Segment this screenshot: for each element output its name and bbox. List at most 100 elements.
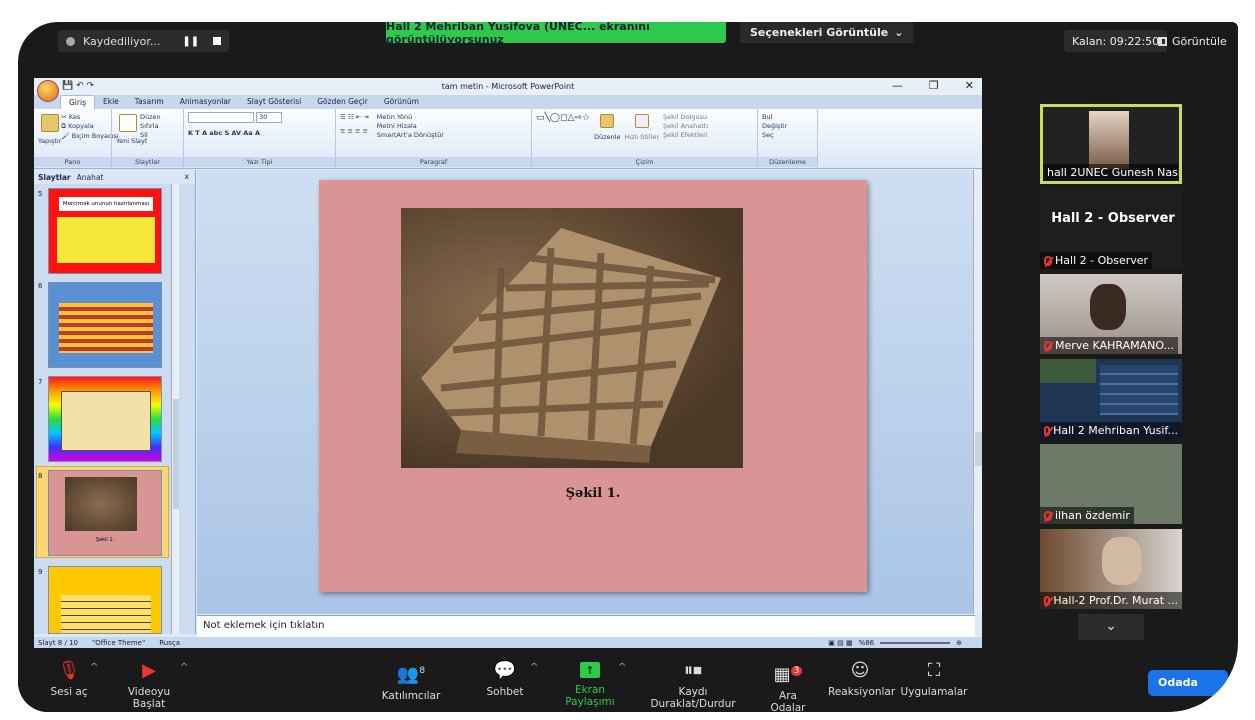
remaining-time: Kalan: 09:22:50 [1064,30,1168,52]
slide-number: 6 [38,282,43,290]
language[interactable]: Rusça [159,639,180,647]
audio-options-caret[interactable]: ^ [90,662,98,673]
replace-button[interactable]: Değiştir [762,122,813,130]
select-button[interactable]: Seç [762,131,813,139]
room-button[interactable]: Odada [1148,670,1228,696]
align-text-button[interactable]: Metni Hizala [377,122,444,130]
share-screen-button[interactable]: ↑ Ekran Paylaşımı [552,662,628,708]
fit-icon[interactable]: ⊕ [956,639,962,647]
tab-gozden-gecir[interactable]: Gözden Geçir [309,95,376,109]
video-tile[interactable]: Merve KAHRAMANO... [1040,274,1182,354]
paste-icon[interactable] [40,114,59,132]
shape-fill-button[interactable]: Şekil Dolgusu [663,113,708,121]
tab-outline[interactable]: Anahat [77,173,104,182]
slide-thumb-7[interactable] [48,376,162,462]
copy-button[interactable]: ⧉ Kopyala [61,122,118,131]
share-options-caret[interactable]: ^ [618,662,626,673]
slides-scrollbar[interactable] [171,184,179,634]
font-size-field[interactable]: 30 [256,112,283,123]
theme-name: "Office Theme" [91,638,146,647]
view-buttons[interactable]: ▣ ▤ ▦ [828,639,852,647]
paste-button[interactable]: Yapıştır [38,137,61,145]
find-button[interactable]: Bul [762,113,813,121]
scroll-thumb[interactable] [173,399,179,509]
quick-styles-button[interactable]: Hızlı Stiller [624,133,659,141]
reset-button[interactable]: Sıfırla [140,122,161,130]
smartart-button[interactable]: SmartArt'a Dönüştür [377,131,444,139]
video-tile[interactable]: ilhan özdemir [1040,444,1182,524]
layout-button[interactable]: Düzen [140,113,161,121]
arrange-icon[interactable] [600,114,615,128]
tab-ekle[interactable]: Ekle [95,95,127,109]
minimize-button[interactable]: — [892,79,903,92]
view-options-button[interactable]: Seçenekleri Görüntüle ⌄ [740,22,914,43]
slide-thumb-9[interactable] [48,566,162,634]
text-direction-button[interactable]: Metin Yönü [377,113,444,121]
chat-button[interactable]: 💬 Sohbet [484,662,526,699]
slide-thumb-8[interactable]: Şəkil 1. [48,470,162,556]
slide-8[interactable]: Şəkil 1. [319,180,867,592]
new-slide-icon[interactable] [119,114,137,132]
tab-slayt-gosterisi[interactable]: Slayt Gösterisi [239,95,309,109]
arrange-button[interactable]: Düzenle [594,133,620,141]
apps-button[interactable]: ⛶ Uygulamalar [900,662,968,699]
unmute-button[interactable]: 🎙 Sesi aç [44,662,94,699]
grid-view-icon [1158,36,1167,46]
tab-animasyonlar[interactable]: Animasyonlar [172,95,239,109]
participant-name-row: ilhan özdemir [1040,507,1134,524]
video-tile[interactable]: hall 2UNEC Gunesh Nasr... [1040,104,1182,184]
video-tile[interactable]: Hall 2 Mehriban Yusif... [1040,359,1182,439]
quick-styles-icon[interactable] [634,114,649,128]
scroll-thumb[interactable] [975,432,982,466]
tab-tasarim[interactable]: Tasarım [127,95,172,109]
breakout-rooms-button[interactable]: ▦ 3 Ara Odalar [760,662,816,713]
gallery-next-button[interactable]: ⌄ [1078,614,1144,640]
participants-button[interactable]: 👥8 Katılımcılar [376,662,446,703]
video-tile[interactable]: Hall-2 Prof.Dr. Murat ... [1040,529,1182,609]
group-label: Düzenleme [758,157,817,167]
view-button[interactable]: Görüntüle [1158,30,1227,52]
muted-mic-icon [1044,425,1051,436]
recording-control-button[interactable]: ⏸⏹ Kaydı Duraklat/Durdur [638,662,748,711]
slide-thumb-5[interactable]: Mercimək ununun hazırlanması [48,188,162,274]
zoom-level[interactable]: %86 [859,639,875,647]
cut-button[interactable]: ✂ Kes [61,113,118,121]
participant-video [1040,359,1096,383]
slides-panel-tabs: Slaytlar Anahat x [34,170,195,184]
slide-number: 8 [38,472,43,480]
video-tile[interactable]: Hall 2 - Observer Hall 2 - Observer [1040,189,1182,269]
editor-scrollbar[interactable] [973,170,982,614]
notes-pane[interactable]: Not eklemek için tıklatın [197,615,975,637]
office-button[interactable] [37,80,59,102]
start-video-button[interactable]: ▶ Videoyu Başlat [114,662,184,711]
close-panel-icon[interactable]: x [185,172,189,181]
format-painter-button[interactable]: 🖌 Biçim Boyacısı [61,132,118,140]
quick-access-toolbar[interactable]: 💾 ↶ ↷ [62,81,94,91]
chat-options-caret[interactable]: ^ [530,662,538,673]
waffle-photo[interactable] [401,208,743,468]
font-name-field[interactable] [188,112,254,123]
video-options-caret[interactable]: ^ [180,662,188,673]
close-button[interactable]: ✕ [965,79,974,92]
font-format-buttons[interactable]: K T A abc S AV Aa A [188,129,331,137]
chevron-down-icon: ⌄ [894,26,904,39]
delete-button[interactable]: Sil [140,131,161,139]
group-label: Paragraf [336,157,531,167]
reactions-button[interactable]: ☺ Reaksiyonlar [828,662,895,699]
shapes-gallery[interactable]: ▭╲◯◻△⇨☆ [536,113,590,123]
tab-slides[interactable]: Slaytlar [38,173,71,182]
pause-recording-button[interactable]: ❚❚ [182,36,199,47]
shape-outline-button[interactable]: Şekil Anahattı [663,122,708,130]
list-buttons[interactable]: ☰ ☷ ⇤ ⇥ [340,113,369,121]
tab-gorunum[interactable]: Görünüm [376,95,427,109]
ribbon: Yapıştır ✂ Kes ⧉ Kopyala 🖌 Biçim Boyacısı … [34,109,982,169]
maximize-button[interactable]: ❐ [929,79,939,92]
new-slide-button[interactable]: Yeni Slayt [116,137,147,145]
zoom-slider[interactable] [880,641,951,644]
tab-giris[interactable]: Giriş [60,95,95,109]
slide-thumb-6[interactable] [48,282,162,368]
stop-recording-button[interactable] [213,37,222,45]
thumb-text-block [57,217,155,263]
shape-effects-button[interactable]: Şekil Efektleri [663,131,708,139]
align-buttons[interactable]: ≡ ≡ ≡ ≡ [340,127,369,135]
